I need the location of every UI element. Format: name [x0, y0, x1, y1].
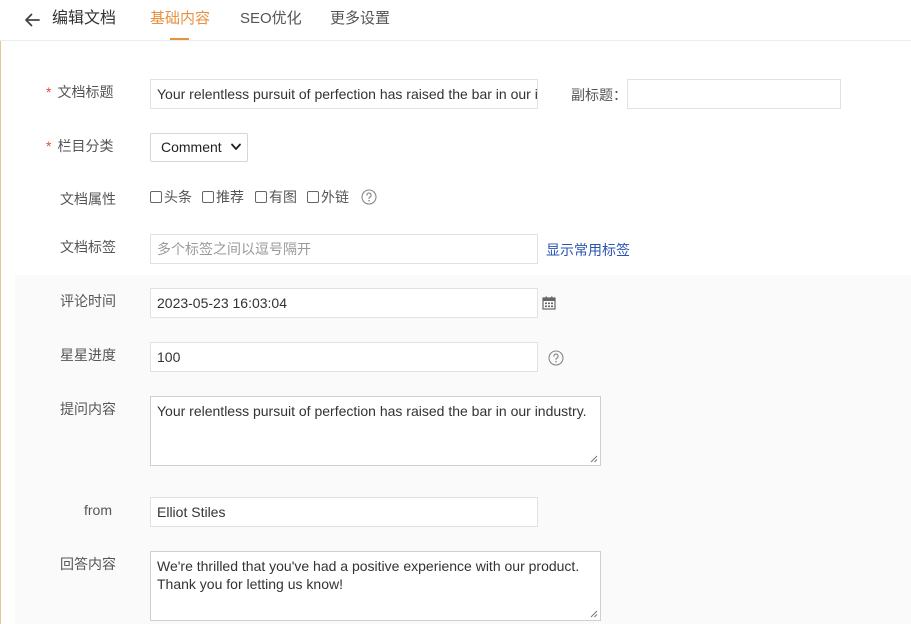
attributes-label: 文档属性: [60, 191, 116, 207]
attribute-has-image-checkbox[interactable]: 有图: [255, 189, 297, 207]
category-label: * 栏目分类: [46, 138, 114, 154]
tags-label: 文档标签: [60, 239, 116, 255]
required-asterisk: *: [46, 84, 52, 100]
checkbox-label: 外链: [321, 189, 349, 205]
from-label: from: [84, 502, 112, 518]
help-icon[interactable]: [548, 350, 564, 366]
checkbox-box[interactable]: [202, 191, 214, 203]
question-label: 提问内容: [60, 401, 116, 417]
arrow-left-icon[interactable]: [22, 10, 42, 30]
doc-title-label: * 文档标题: [46, 84, 114, 100]
left-border: [0, 0, 1, 624]
answer-label: 回答内容: [60, 556, 116, 572]
checkbox-label: 推荐: [216, 189, 244, 205]
help-icon[interactable]: [361, 189, 377, 205]
required-asterisk: *: [46, 138, 52, 154]
star-progress-label: 星星进度: [60, 347, 116, 363]
answer-text: We're thrilled that you've had a positiv…: [157, 558, 580, 592]
attribute-recommend-checkbox[interactable]: 推荐: [202, 189, 244, 207]
tab-seo[interactable]: SEO优化: [240, 9, 302, 29]
page-title: 编辑文档: [52, 10, 117, 27]
comment-time-label: 评论时间: [60, 293, 116, 309]
active-tab-indicator: [170, 38, 189, 40]
from-input[interactable]: Elliot Stiles: [150, 497, 538, 527]
checkbox-box[interactable]: [150, 191, 162, 203]
tab-more-settings[interactable]: 更多设置: [330, 9, 390, 29]
question-textarea[interactable]: Your relentless pursuit of perfection ha…: [150, 396, 601, 466]
tab-basic-content[interactable]: 基础内容: [150, 9, 210, 29]
comment-time-input[interactable]: 2023-05-23 16:03:04: [150, 288, 538, 318]
attribute-headline-checkbox[interactable]: 头条: [150, 189, 192, 207]
answer-textarea[interactable]: We're thrilled that you've had a positiv…: [150, 551, 601, 621]
category-select[interactable]: Comment: [150, 133, 248, 162]
attribute-external-link-checkbox[interactable]: 外链: [307, 189, 349, 207]
checkbox-label: 有图: [269, 189, 297, 205]
checkbox-box[interactable]: [307, 191, 319, 203]
doc-title-input[interactable]: Your relentless pursuit of perfection ha…: [150, 79, 538, 109]
calendar-icon[interactable]: [542, 296, 556, 310]
tags-input[interactable]: 多个标签之间以逗号隔开: [150, 234, 538, 264]
subtitle-label: 副标题：: [571, 87, 627, 103]
subtitle-input[interactable]: [627, 79, 841, 109]
resize-handle-icon[interactable]: [590, 610, 598, 618]
header-bar: 编辑文档 基础内容 SEO优化 更多设置: [0, 0, 911, 41]
checkbox-box[interactable]: [255, 191, 267, 203]
category-selected-value: Comment: [161, 139, 222, 155]
star-progress-input[interactable]: 100: [150, 342, 538, 372]
resize-handle-icon[interactable]: [590, 455, 598, 463]
checkbox-label: 头条: [164, 189, 192, 205]
show-common-tags-link[interactable]: 显示常用标签: [546, 241, 630, 259]
question-text: Your relentless pursuit of perfection ha…: [157, 403, 587, 419]
chevron-down-icon: [231, 143, 241, 150]
